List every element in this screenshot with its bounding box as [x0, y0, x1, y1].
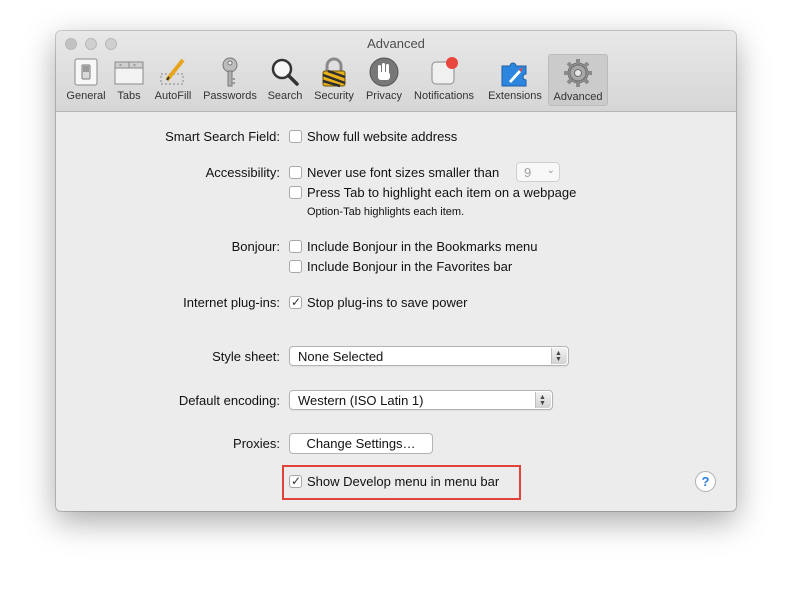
updown-arrows-icon: ▲ ▼ — [535, 392, 551, 408]
tab-extensions-label: Extensions — [488, 90, 542, 102]
press-tab-text: Press Tab to highlight each item on a we… — [307, 185, 577, 200]
key-icon — [222, 57, 238, 87]
tab-security[interactable]: Security — [309, 53, 359, 109]
style-sheet-value: None Selected — [298, 349, 384, 364]
tab-tabs-label: Tabs — [117, 90, 141, 102]
bonjour-bookmarks-checkbox[interactable] — [289, 240, 302, 253]
tab-notifications[interactable]: Notifications — [408, 53, 480, 109]
min-font-size-text: Never use font sizes smaller than — [307, 165, 500, 180]
encoding-select[interactable]: Western (ISO Latin 1) ▲ ▼ — [289, 390, 553, 410]
tab-general-label: General — [66, 90, 106, 102]
tabs-icon: × × — [114, 61, 144, 85]
tab-privacy[interactable]: Privacy — [362, 53, 406, 109]
tab-advanced-label: Advanced — [553, 91, 603, 103]
press-tab-checkbox[interactable] — [289, 186, 302, 199]
style-sheet-label: Style sheet: — [212, 349, 280, 364]
tab-passwords-label: Passwords — [203, 90, 257, 102]
font-size-select[interactable]: 9 ⌄ — [516, 162, 560, 182]
checkmark-icon: ✓ — [291, 474, 302, 488]
updown-arrows-icon: ▲ ▼ — [551, 348, 567, 364]
stop-plugins-text: Stop plug-ins to save power — [307, 295, 468, 310]
magnifier-icon — [271, 58, 299, 86]
notification-badge-icon — [431, 57, 458, 85]
tab-notifications-label: Notifications — [414, 90, 474, 102]
show-develop-menu-checkbox[interactable]: ✓ — [289, 474, 302, 488]
window-title: Advanced — [367, 36, 425, 51]
pencil-icon — [160, 58, 185, 85]
bonjour-favorites-text: Include Bonjour in the Favorites bar — [307, 259, 513, 274]
style-sheet-select[interactable]: None Selected ▲ ▼ — [289, 346, 569, 366]
preferences-window: Advanced General × × Tabs AutoFill Passw… — [56, 31, 736, 511]
tab-search[interactable]: Search — [263, 53, 307, 109]
encoding-label: Default encoding: — [178, 393, 280, 408]
accessibility-label: Accessibility: — [205, 165, 280, 180]
tab-autofill[interactable]: AutoFill — [150, 53, 196, 109]
bonjour-label: Bonjour: — [231, 239, 280, 254]
puzzle-icon — [501, 62, 527, 87]
tab-tabs[interactable]: × × Tabs — [112, 53, 146, 109]
font-size-value: 9 — [524, 165, 532, 180]
bonjour-favorites-checkbox[interactable] — [289, 260, 302, 273]
show-full-address-text: Show full website address — [307, 129, 458, 144]
stop-plugins-checkbox[interactable]: ✓ — [289, 295, 302, 309]
smart-search-label: Smart Search Field: — [165, 129, 280, 144]
option-tab-hint: Option-Tab highlights each item. — [307, 206, 465, 218]
tab-autofill-label: AutoFill — [154, 90, 192, 102]
svg-text:×: × — [133, 63, 136, 69]
chevron-down-icon: ⌄ — [546, 165, 555, 176]
tab-search-label: Search — [267, 90, 303, 102]
encoding-value: Western (ISO Latin 1) — [298, 393, 424, 408]
switch-icon — [74, 58, 98, 86]
svg-text:×: × — [119, 63, 122, 69]
show-full-address-checkbox[interactable] — [289, 130, 302, 143]
tab-privacy-label: Privacy — [365, 90, 403, 102]
tab-extensions[interactable]: Extensions — [484, 53, 546, 109]
plugins-label: Internet plug-ins: — [183, 295, 280, 310]
tab-advanced[interactable]: Advanced — [548, 54, 608, 106]
min-font-size-checkbox[interactable] — [289, 166, 302, 179]
titlebar: Advanced General × × Tabs AutoFill Passw… — [56, 31, 736, 112]
checkmark-icon: ✓ — [291, 295, 302, 309]
preferences-toolbar: General × × Tabs AutoFill Passwords Sear… — [56, 53, 736, 109]
tab-general[interactable]: General — [60, 53, 112, 109]
show-develop-menu-text: Show Develop menu in menu bar — [307, 474, 500, 489]
proxies-label: Proxies: — [233, 436, 280, 451]
tab-security-label: Security — [314, 90, 354, 102]
padlock-icon — [322, 57, 346, 88]
bonjour-bookmarks-text: Include Bonjour in the Bookmarks menu — [307, 239, 538, 254]
change-settings-button[interactable]: Change Settings… — [289, 433, 433, 454]
advanced-pane: Smart Search Field: Show full website ad… — [56, 112, 736, 511]
hand-icon — [369, 57, 399, 87]
gear-icon — [564, 59, 592, 87]
tab-passwords[interactable]: Passwords — [198, 53, 262, 109]
help-button[interactable]: ? — [695, 471, 716, 492]
